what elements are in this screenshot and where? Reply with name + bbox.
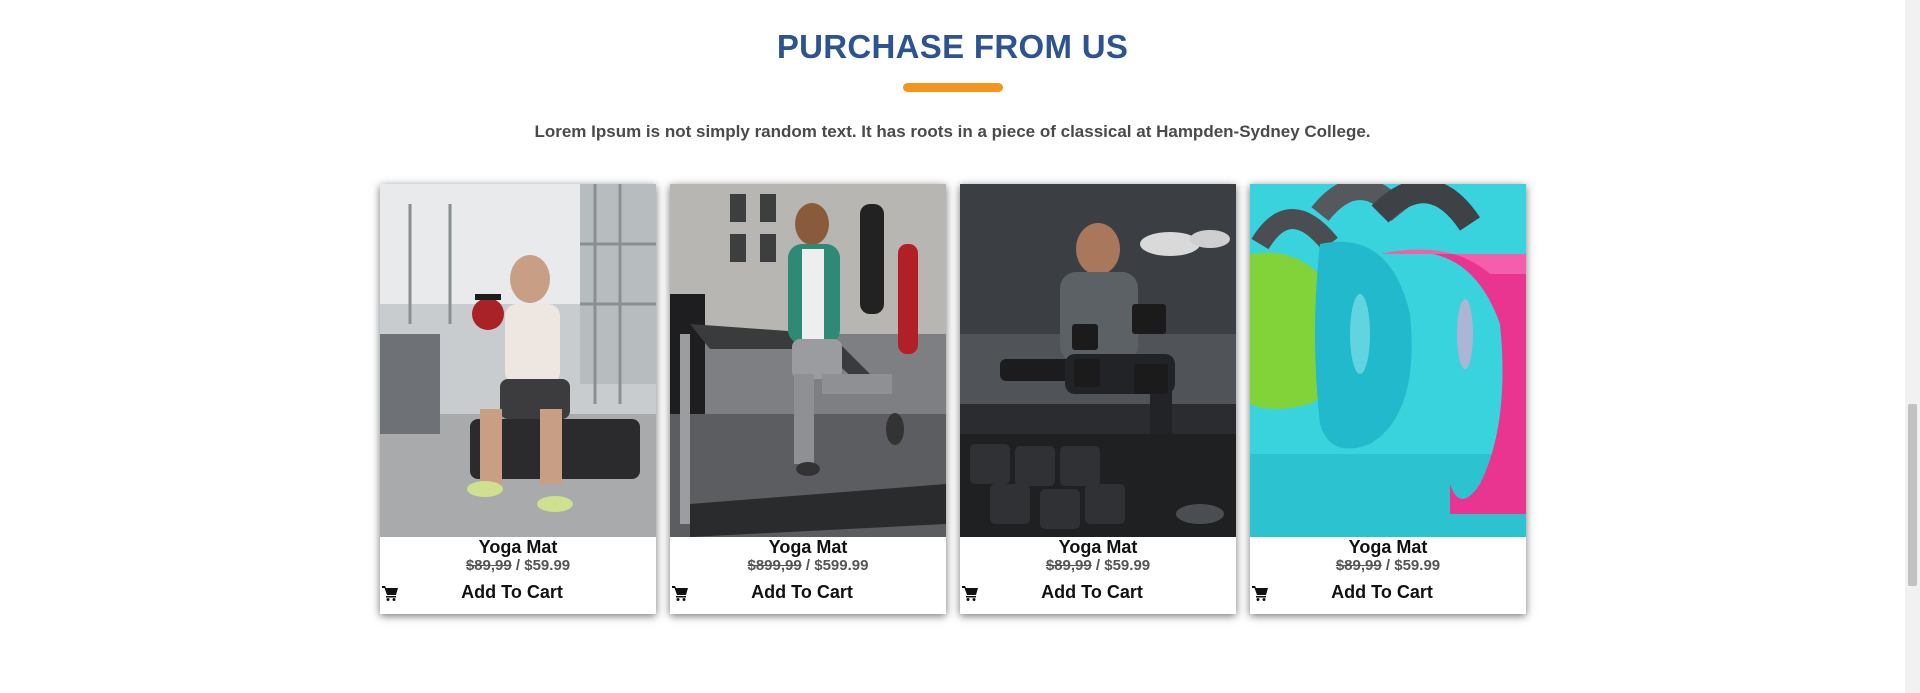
old-price: $89,99 (465, 557, 512, 574)
product-price: $89,99 / $59.99 (380, 557, 656, 574)
add-to-cart-label: Add To Cart (1331, 582, 1433, 602)
price-separator: / (511, 557, 525, 574)
scrollbar-thumb[interactable] (1908, 404, 1917, 586)
product-name: Yoga Mat (1348, 537, 1428, 557)
new-price: $59.99 (1104, 557, 1151, 574)
product-image[interactable] (670, 184, 946, 537)
section-subtitle: Lorem Ipsum is not simply random text. I… (534, 122, 1371, 141)
product-card[interactable]: Yoga Mat $899,99 / $599.99 Add To Cart (670, 184, 946, 614)
product-image[interactable] (1250, 184, 1526, 537)
add-to-cart-label: Add To Cart (461, 582, 563, 602)
add-to-cart-button[interactable]: Add To Cart (1250, 582, 1526, 606)
product-price: $899,99 / $599.99 (670, 557, 946, 574)
add-to-cart-label: Add To Cart (1041, 582, 1143, 602)
add-to-cart-label: Add To Cart (751, 582, 853, 602)
new-price: $59.99 (524, 557, 571, 574)
product-image[interactable] (960, 184, 1236, 537)
product-name: Yoga Mat (768, 537, 848, 557)
add-to-cart-button[interactable]: Add To Cart (670, 582, 946, 606)
old-price: $899,99 (747, 557, 802, 574)
product-image[interactable] (380, 184, 656, 537)
price-separator: / (1091, 557, 1105, 574)
purchase-section: PURCHASE FROM US Lorem Ipsum is not simp… (0, 0, 1905, 693)
product-name: Yoga Mat (1058, 537, 1138, 557)
product-price: $89,99 / $59.99 (960, 557, 1236, 574)
title-underline (903, 83, 1003, 92)
product-name: Yoga Mat (478, 537, 558, 557)
add-to-cart-button[interactable]: Add To Cart (380, 582, 656, 606)
old-price: $89,99 (1335, 557, 1382, 574)
add-to-cart-button[interactable]: Add To Cart (960, 582, 1236, 606)
product-price: $89,99 / $59.99 (1250, 557, 1526, 574)
new-price: $59.99 (1394, 557, 1441, 574)
product-card[interactable]: Yoga Mat $89,99 / $59.99 Add To Cart (380, 184, 656, 614)
section-title: PURCHASE FROM US (776, 28, 1129, 65)
product-card[interactable]: Yoga Mat $89,99 / $59.99 Add To Cart (960, 184, 1236, 614)
price-separator: / (801, 557, 815, 574)
vertical-scrollbar[interactable] (1905, 0, 1920, 693)
product-card[interactable]: Yoga Mat $89,99 / $59.99 Add To Cart (1250, 184, 1526, 614)
old-price: $89,99 (1045, 557, 1092, 574)
price-separator: / (1381, 557, 1395, 574)
new-price: $599.99 (814, 557, 869, 574)
